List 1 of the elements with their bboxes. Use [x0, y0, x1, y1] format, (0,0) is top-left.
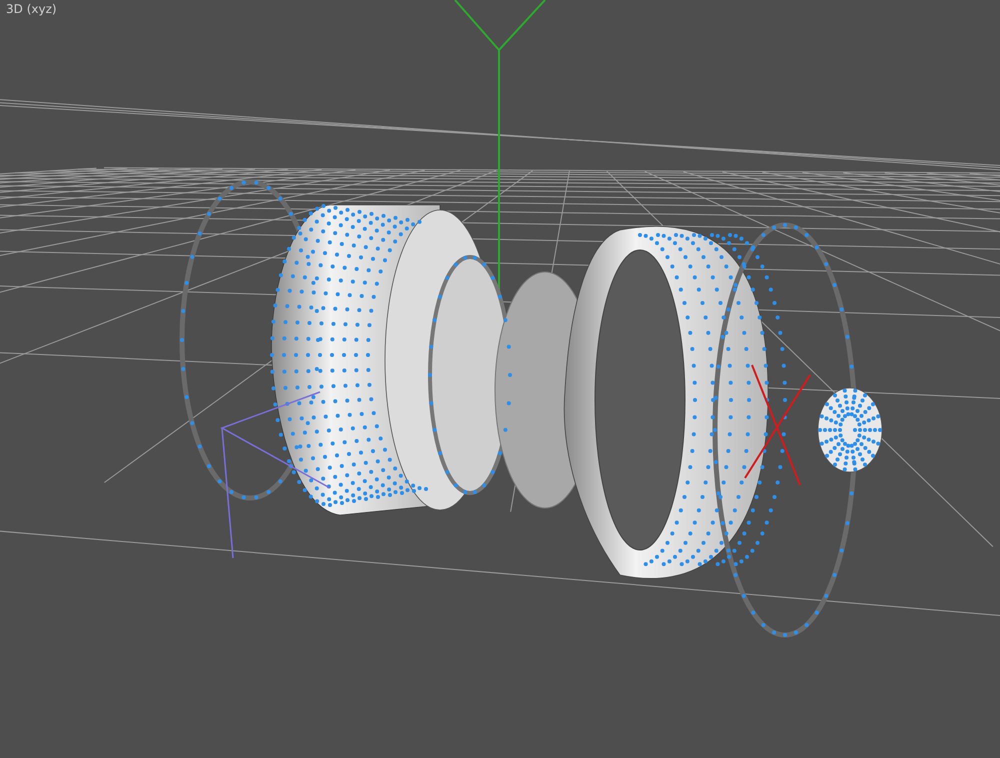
viewport-title: 3D (xyz)	[6, 2, 57, 16]
